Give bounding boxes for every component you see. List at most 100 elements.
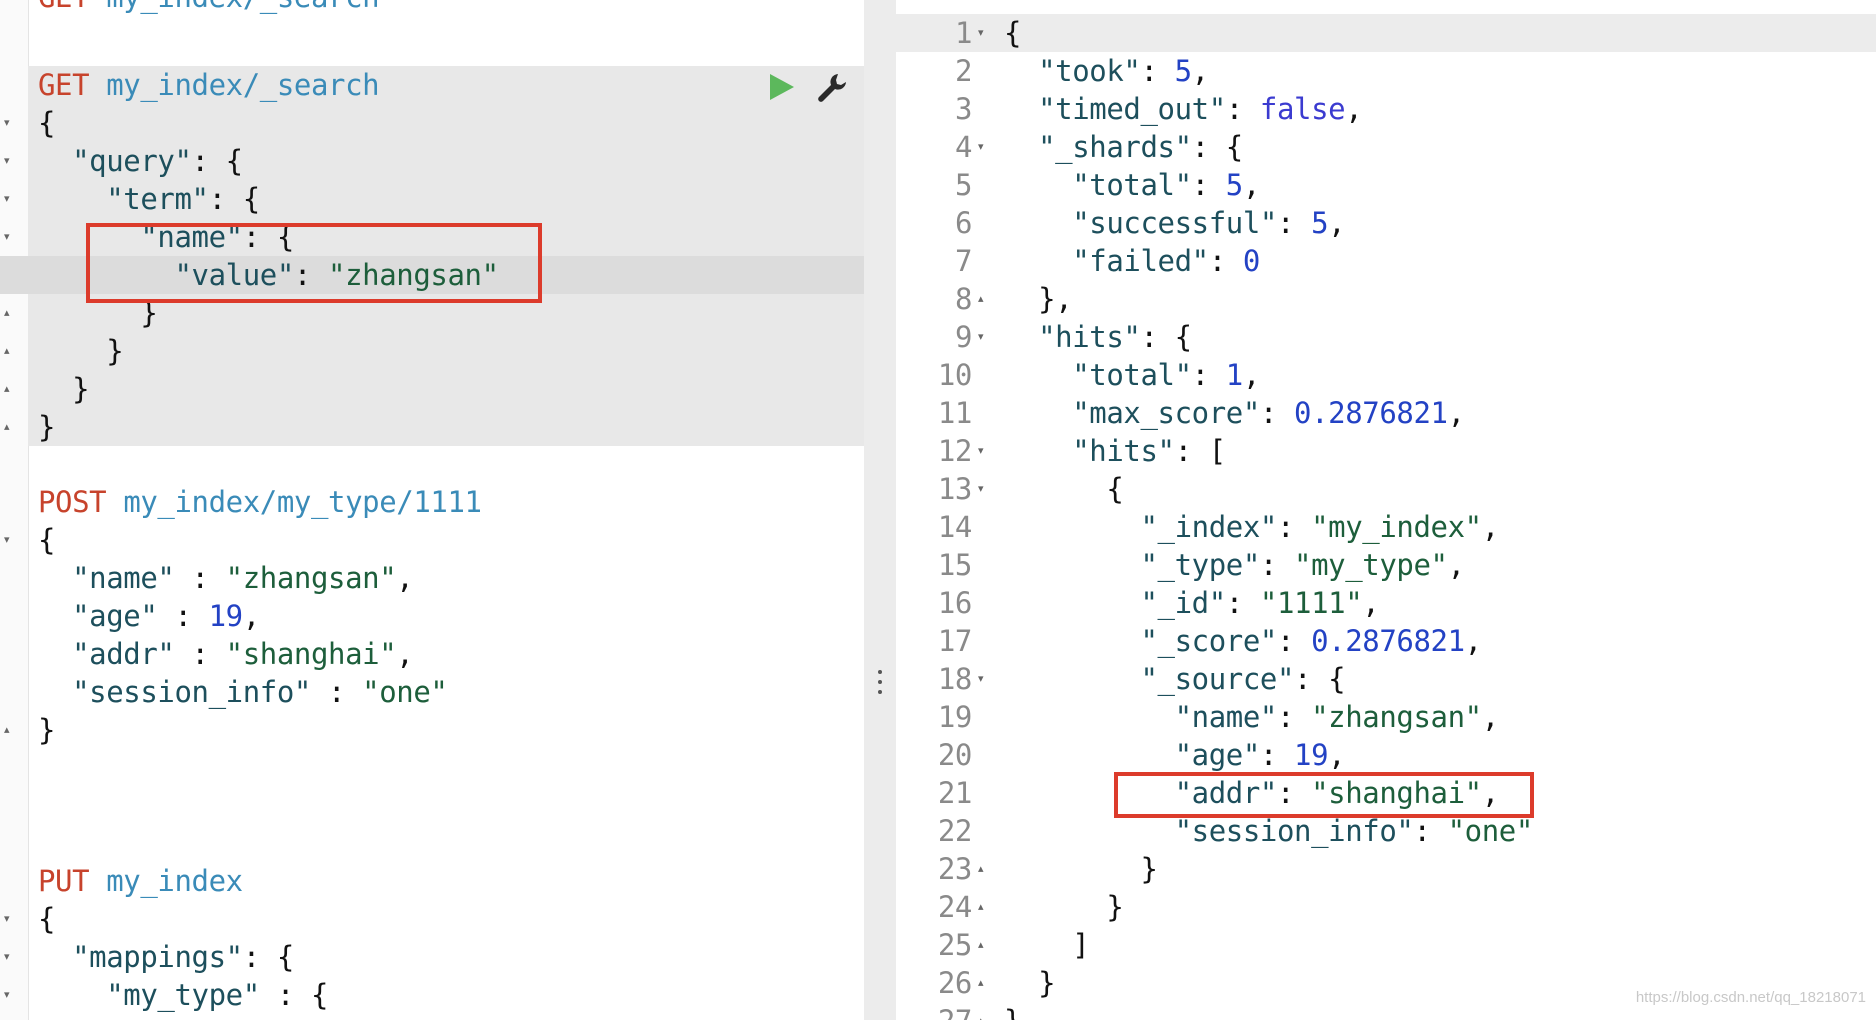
- response-line: 9 ▾ "hits": {: [896, 318, 1876, 356]
- response-code: "_source": {: [1140, 662, 1346, 696]
- fold-collapse-icon[interactable]: ▾: [978, 660, 984, 698]
- request-body-line[interactable]: "addr" : "shanghai",: [0, 635, 864, 673]
- line-number: 25: [937, 928, 973, 962]
- fold-expand-icon[interactable]: ▴: [978, 280, 984, 318]
- fold-expand-icon[interactable]: ▴: [978, 926, 984, 964]
- request-line[interactable]: GET my_index/_search: [0, 66, 864, 104]
- response-code: "age": 19,: [1174, 738, 1346, 772]
- fold-toggle-icon[interactable]: ▴: [4, 408, 10, 446]
- response-line: 17 "_score": 0.2876821,: [896, 622, 1876, 660]
- fold-toggle-icon[interactable]: ▴: [4, 711, 10, 749]
- response-line: 3 "timed_out": false,: [896, 90, 1876, 128]
- line-number: 2: [954, 54, 972, 88]
- response-code: "_id": "1111",: [1140, 586, 1380, 620]
- line-number: 27: [896, 1002, 973, 1020]
- fold-collapse-icon[interactable]: ▾: [978, 432, 984, 470]
- request-body-line[interactable]: "name" : "zhangsan",: [0, 559, 864, 597]
- fold-expand-icon[interactable]: ▴: [978, 888, 984, 926]
- fold-collapse-icon[interactable]: ▾: [978, 128, 984, 166]
- fold-expand-icon[interactable]: ▴: [978, 964, 984, 1002]
- request-body-line[interactable]: ▴ }: [0, 332, 864, 370]
- response-line: 15 "_type": "my_type",: [896, 546, 1876, 584]
- query-highlight-box: [86, 223, 542, 303]
- http-method: GET: [38, 68, 90, 102]
- request-line-partial[interactable]: GET my_index/_search: [0, 0, 864, 16]
- response-line: 18 ▾ "_source": {: [896, 660, 1876, 698]
- request-body-line[interactable]: ▴ }: [0, 370, 864, 408]
- response-code: "max_score": 0.2876821,: [1072, 396, 1465, 430]
- response-viewer[interactable]: 1 ▾{2 "took": 5, 3 "timed_out": false, 4 ▾ "…: [896, 0, 1876, 1020]
- request-body-line[interactable]: ▾{: [0, 521, 864, 559]
- fold-collapse-icon[interactable]: ▾: [978, 318, 984, 356]
- line-number: 21: [937, 776, 973, 810]
- fold-toggle-icon[interactable]: ▾: [4, 180, 10, 218]
- request-url: my_index/my_type/1111: [123, 485, 482, 519]
- request-body-line[interactable]: ▾ "mappings": {: [0, 938, 864, 976]
- response-code: "total": 1,: [1072, 358, 1260, 392]
- request-line[interactable]: POST my_index/my_type/1111: [0, 483, 864, 521]
- run-request-button[interactable]: [768, 72, 796, 102]
- line-number: 12: [937, 434, 973, 468]
- response-code: "_score": 0.2876821,: [1140, 624, 1482, 658]
- http-method: POST: [38, 485, 107, 519]
- pane-resize-handle[interactable]: [864, 0, 896, 1020]
- request-url: my_index: [106, 864, 243, 898]
- line-number: 13: [937, 472, 973, 506]
- fold-toggle-icon[interactable]: ▴: [4, 370, 10, 408]
- line-number: 10: [937, 358, 973, 392]
- fold-collapse-icon[interactable]: ▾: [978, 470, 984, 508]
- response-code: }: [1004, 1002, 1021, 1020]
- response-line: 20 "age": 19,: [896, 736, 1876, 774]
- response-line: 11 "max_score": 0.2876821,: [896, 394, 1876, 432]
- line-number: 1: [954, 16, 972, 50]
- response-code: {: [1106, 472, 1124, 506]
- watermark: https://blog.csdn.net/qq_18218071: [1635, 989, 1866, 1006]
- response-code: {: [1004, 16, 1022, 50]
- response-code: "successful": 5,: [1072, 206, 1346, 240]
- fold-toggle-icon[interactable]: ▴: [4, 332, 10, 370]
- request-body-line[interactable]: "session_info" : "one": [0, 673, 864, 711]
- request-body-line[interactable]: ▾{: [0, 900, 864, 938]
- fold-toggle-icon[interactable]: ▾: [4, 976, 10, 1014]
- fold-toggle-icon[interactable]: ▾: [4, 521, 10, 559]
- play-icon: [770, 74, 794, 100]
- request-body-line[interactable]: ▾ "query": {: [0, 142, 864, 180]
- line-number: 23: [937, 852, 973, 886]
- line-number: 8: [954, 282, 972, 316]
- response-code: "name": "zhangsan",: [1174, 700, 1500, 734]
- request-line[interactable]: PUT my_index: [0, 862, 864, 900]
- response-line: 4 ▾ "_shards": {: [896, 128, 1876, 166]
- request-body-line[interactable]: "age" : 19,: [0, 597, 864, 635]
- fold-toggle-icon[interactable]: ▴: [4, 294, 10, 332]
- request-body-line[interactable]: ▴}: [0, 408, 864, 446]
- fold-toggle-icon[interactable]: ▾: [4, 218, 10, 256]
- request-body-line[interactable]: ▾ "term": {: [0, 180, 864, 218]
- response-code: "hits": [: [1072, 434, 1226, 468]
- request-body-line[interactable]: ▾{: [0, 104, 864, 142]
- fold-toggle-icon[interactable]: ▾: [4, 900, 10, 938]
- response-code: "_type": "my_type",: [1140, 548, 1465, 582]
- response-line: 19 "name": "zhangsan",: [896, 698, 1876, 736]
- response-line: 6 "successful": 5,: [896, 204, 1876, 242]
- line-number: 4: [954, 130, 972, 164]
- request-settings-button[interactable]: [816, 72, 848, 104]
- response-line: 2 "took": 5,: [896, 52, 1876, 90]
- fold-expand-icon[interactable]: ▴: [978, 850, 984, 888]
- line-number: 19: [937, 700, 973, 734]
- fold-toggle-icon[interactable]: ▾: [4, 938, 10, 976]
- fold-collapse-icon[interactable]: ▾: [978, 14, 984, 52]
- line-number: 14: [937, 510, 973, 544]
- response-line: 7 "failed": 0: [896, 242, 1876, 280]
- fold-toggle-icon[interactable]: ▾: [4, 104, 10, 142]
- fold-toggle-icon[interactable]: ▾: [4, 142, 10, 180]
- response-code: ]: [1072, 928, 1090, 962]
- http-method: PUT: [38, 864, 90, 898]
- line-number: 9: [954, 320, 972, 354]
- line-number: 11: [937, 396, 973, 430]
- request-body-line[interactable]: ▴}: [0, 711, 864, 749]
- request-editor[interactable]: GET my_index/_search GET my_index/_search…: [0, 0, 864, 1020]
- fold-expand-icon[interactable]: ▴: [978, 1002, 984, 1020]
- response-code: "hits": {: [1038, 320, 1192, 354]
- request-body-line[interactable]: ▾ "my_type" : {: [0, 976, 864, 1014]
- response-code: "took": 5,: [1038, 54, 1209, 88]
